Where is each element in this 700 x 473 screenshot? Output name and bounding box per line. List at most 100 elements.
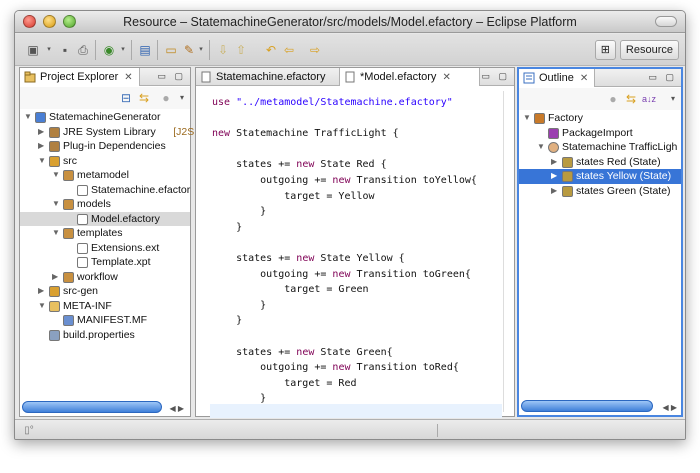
- collapse-arrow-icon[interactable]: ▶: [38, 125, 46, 140]
- code-line[interactable]: [212, 111, 477, 127]
- expand-arrow-icon[interactable]: ▼: [52, 168, 60, 183]
- scroll-arrows-icon[interactable]: ◀ ▶: [662, 403, 677, 412]
- view-menu-icon[interactable]: ▾: [174, 90, 190, 106]
- tree-row[interactable]: ▶ states Yellow (State): [519, 169, 681, 184]
- resource-perspective-button[interactable]: Resource: [619, 40, 679, 60]
- chevron-down-icon[interactable]: ▾: [45, 42, 53, 58]
- tree-row[interactable]: ▼ src: [20, 154, 190, 169]
- tree-row[interactable]: ▼ Statemachine TrafficLigh: [519, 140, 681, 155]
- forward-icon[interactable]: ⇨: [307, 42, 323, 58]
- tab-model-efactory[interactable]: *Model.efactory ✕: [340, 68, 480, 86]
- code-line[interactable]: new Statemachine TrafficLight {: [212, 126, 477, 142]
- scroll-arrows-icon[interactable]: ◀ ▶: [169, 404, 184, 413]
- tree-row[interactable]: MANIFEST.MF: [20, 313, 190, 328]
- code-line[interactable]: use "../metamodel/Statemachine.efactory": [212, 95, 477, 111]
- view-menu-icon[interactable]: ▾: [665, 91, 681, 107]
- code-line[interactable]: }: [212, 391, 477, 407]
- toolbar-toggle-button[interactable]: [655, 16, 677, 27]
- link-with-editor-icon[interactable]: ⇆: [623, 91, 639, 107]
- sort-icon[interactable]: a↓z: [641, 91, 657, 107]
- save-icon[interactable]: ▪: [57, 42, 73, 58]
- code-line[interactable]: outgoing += new Transition toRed{: [212, 360, 477, 376]
- tree-row[interactable]: ▼ StatemachineGenerator: [20, 110, 190, 125]
- open-perspective-button[interactable]: ⊞: [594, 40, 616, 60]
- tree-row[interactable]: ▼ metamodel: [20, 168, 190, 183]
- last-edit-icon[interactable]: ↶: [263, 42, 279, 58]
- overview-ruler[interactable]: [503, 91, 510, 412]
- code-line[interactable]: }: [212, 204, 477, 220]
- tab-statemachine-efactory[interactable]: Statemachine.efactory: [196, 68, 340, 86]
- fast-view-icon[interactable]: ▯°: [21, 423, 37, 439]
- code-line[interactable]: target = Yellow: [212, 189, 477, 205]
- close-icon[interactable]: ✕: [580, 73, 588, 84]
- code-editor[interactable]: use "../metamodel/Statemachine.efactory"…: [196, 87, 514, 435]
- tree-row[interactable]: ▼ models: [20, 197, 190, 212]
- code-line[interactable]: target = Red: [212, 376, 477, 392]
- code-line[interactable]: }: [212, 313, 477, 329]
- code-line[interactable]: states += new State Yellow {: [212, 251, 477, 267]
- code-line[interactable]: [212, 142, 477, 158]
- collapse-arrow-icon[interactable]: ▶: [551, 155, 559, 170]
- close-icon[interactable]: ✕: [442, 72, 450, 83]
- expand-arrow-icon[interactable]: ▼: [38, 154, 46, 169]
- minimize-maximize-icon[interactable]: ▭ ▢: [481, 71, 510, 82]
- collapse-arrow-icon[interactable]: ▶: [551, 184, 559, 199]
- next-annotation-icon[interactable]: ⇩: [215, 42, 231, 58]
- back-icon[interactable]: ⇦: [281, 42, 297, 58]
- horizontal-scrollbar[interactable]: [22, 401, 162, 413]
- code-line[interactable]: }: [212, 220, 477, 236]
- expand-arrow-icon[interactable]: ▼: [38, 299, 46, 314]
- filter-icon[interactable]: ●: [158, 90, 174, 106]
- code-line[interactable]: }: [212, 298, 477, 314]
- close-window-button[interactable]: [23, 15, 36, 28]
- code-line[interactable]: outgoing += new Transition toYellow{: [212, 173, 477, 189]
- open-type-icon[interactable]: ▭: [163, 42, 179, 58]
- tree-row[interactable]: ▶ states Red (State): [519, 155, 681, 170]
- code-line[interactable]: [212, 329, 477, 345]
- tree-row[interactable]: PackageImport: [519, 126, 681, 141]
- expand-arrow-icon[interactable]: ▼: [537, 140, 545, 155]
- chevron-down-icon[interactable]: ▾: [197, 42, 205, 58]
- code-line[interactable]: [212, 235, 477, 251]
- tree-row[interactable]: ▶ states Green (State): [519, 184, 681, 199]
- tree-row[interactable]: ▼ templates: [20, 226, 190, 241]
- tab-outline[interactable]: Outline ✕: [519, 69, 596, 87]
- new-wizard-icon[interactable]: ▣: [25, 42, 41, 58]
- expand-arrow-icon[interactable]: ▼: [52, 226, 60, 241]
- code-line[interactable]: states += new State Red {: [212, 157, 477, 173]
- link-with-editor-icon[interactable]: ⇆: [136, 90, 152, 106]
- code-line[interactable]: target = Green: [212, 282, 477, 298]
- search-icon[interactable]: ✎: [181, 42, 197, 58]
- horizontal-scrollbar[interactable]: [521, 400, 653, 412]
- tree-row[interactable]: Model.efactory: [20, 211, 190, 226]
- tree-row[interactable]: ▶ JRE System Library [J2SE-1.: [20, 125, 213, 140]
- tree-row[interactable]: ▼ META-INF: [20, 299, 190, 314]
- code-line[interactable]: outgoing += new Transition toGreen{: [212, 267, 477, 283]
- code-line[interactable]: states += new State Green{: [212, 345, 477, 361]
- minimize-maximize-icon[interactable]: ▭ ▢: [648, 72, 677, 83]
- tree-row[interactable]: build.properties: [20, 328, 190, 343]
- print-icon[interactable]: ⎙: [75, 42, 91, 58]
- expand-arrow-icon[interactable]: ▼: [52, 197, 60, 212]
- tree-row[interactable]: ▶ src-gen: [20, 284, 190, 299]
- collapse-arrow-icon[interactable]: ▶: [52, 270, 60, 285]
- collapse-arrow-icon[interactable]: ▶: [38, 284, 46, 299]
- run-icon[interactable]: ◉: [101, 42, 117, 58]
- collapse-all-icon[interactable]: ⊟: [118, 90, 134, 106]
- tree-row[interactable]: Extensions.ext: [20, 241, 190, 256]
- tree-row[interactable]: Statemachine.efactor: [20, 183, 190, 198]
- tree-row[interactable]: Template.xpt: [20, 255, 190, 270]
- expand-arrow-icon[interactable]: ▼: [523, 111, 531, 126]
- tree-row[interactable]: ▼ Factory: [519, 111, 681, 126]
- collapse-arrow-icon[interactable]: ▶: [551, 169, 559, 184]
- zoom-window-button[interactable]: [63, 15, 76, 28]
- minimize-window-button[interactable]: [43, 15, 56, 28]
- close-icon[interactable]: ✕: [124, 72, 132, 83]
- tree-row[interactable]: ▶ Plug-in Dependencies: [20, 139, 190, 154]
- collapse-arrow-icon[interactable]: ▶: [38, 139, 46, 154]
- code-text[interactable]: use "../metamodel/Statemachine.efactory"…: [212, 95, 477, 439]
- new-folder-icon[interactable]: ▤: [137, 42, 153, 58]
- expand-arrow-icon[interactable]: ▼: [24, 110, 32, 125]
- filter-icon[interactable]: ●: [605, 91, 621, 107]
- title-bar[interactable]: Resource – StatemachineGenerator/src/mod…: [15, 11, 685, 33]
